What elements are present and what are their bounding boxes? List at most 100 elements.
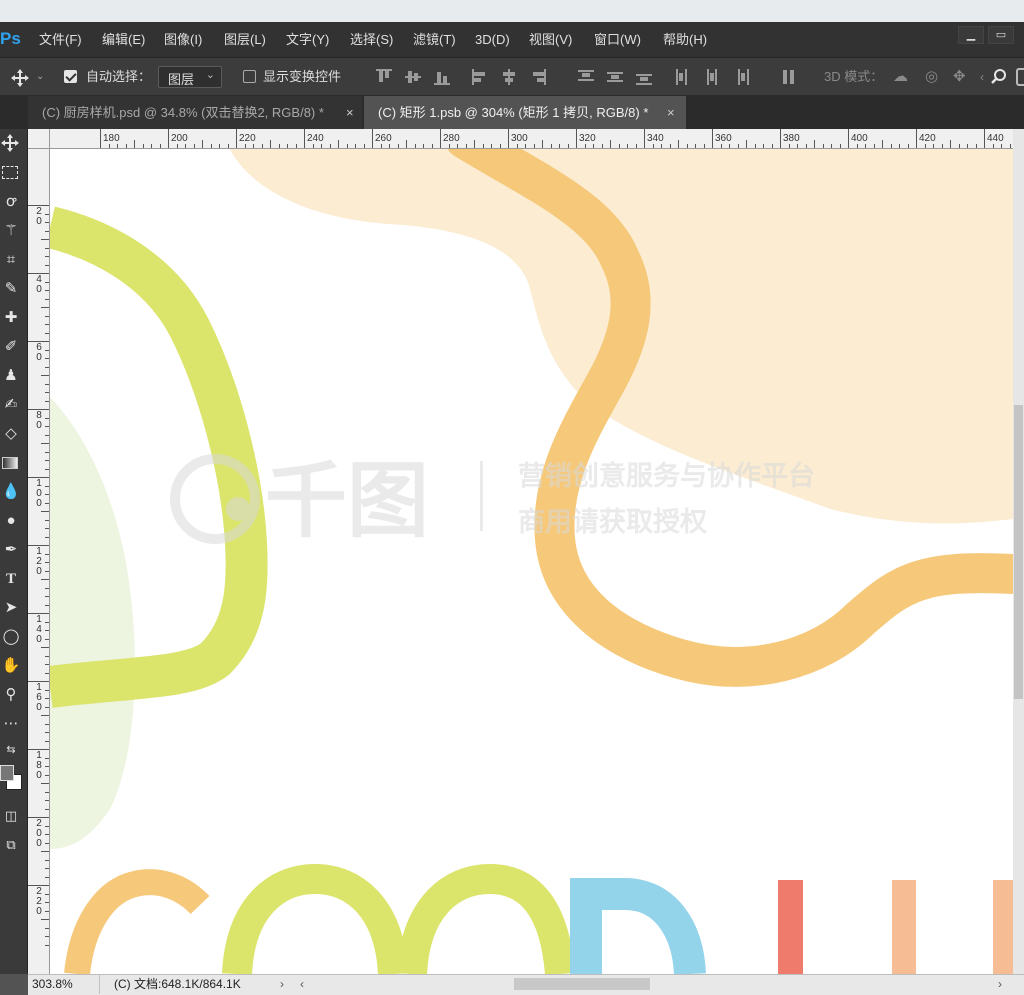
- screen-mode-icon[interactable]: ⧉: [0, 834, 22, 856]
- ruler-tick: [457, 144, 458, 148]
- menu-edit[interactable]: 编辑(E): [102, 22, 145, 58]
- search-icon[interactable]: [990, 68, 1008, 86]
- align-top-icon[interactable]: [376, 69, 392, 85]
- brush-tool-icon[interactable]: ✐: [0, 336, 22, 358]
- dodge-tool-icon[interactable]: ●: [0, 510, 22, 532]
- auto-align-icon[interactable]: [781, 69, 797, 85]
- ruler-tick: [45, 842, 49, 844]
- type-tool-icon[interactable]: T: [0, 568, 22, 590]
- document-tabs: (C) 厨房样机.psd @ 34.8% (双击替换2, RGB/8) * × …: [28, 96, 1024, 129]
- zoom-level[interactable]: 303.8%: [32, 975, 100, 994]
- align-vcenter-icon[interactable]: [405, 69, 421, 85]
- blur-tool-icon[interactable]: 💧: [0, 481, 22, 503]
- align-bottom-icon[interactable]: [434, 69, 450, 85]
- ruler-tick: [491, 144, 492, 148]
- ps-logo[interactable]: Ps: [0, 27, 21, 51]
- history-brush-tool-icon[interactable]: ✍: [0, 394, 22, 416]
- move-tool-icon[interactable]: [0, 133, 20, 153]
- vertical-ruler[interactable]: 20 40 60 80 100 120 140 160 180 200 220: [28, 149, 50, 974]
- stamp-tool-icon[interactable]: ♟: [0, 365, 22, 387]
- menu-select[interactable]: 选择(S): [350, 22, 393, 58]
- menu-filter[interactable]: 滤镜(T): [413, 22, 456, 58]
- close-icon[interactable]: ×: [346, 96, 354, 129]
- tab-kitchen-mockup[interactable]: (C) 厨房样机.psd @ 34.8% (双击替换2, RGB/8) * ×: [28, 96, 362, 129]
- align-right-icon[interactable]: [530, 69, 546, 85]
- vertical-scroll-thumb[interactable]: [1014, 405, 1023, 699]
- minimize-button[interactable]: ▁: [958, 26, 984, 44]
- zoom-tool-icon[interactable]: ⚲: [0, 684, 22, 706]
- horizontal-scroll-thumb[interactable]: [514, 978, 650, 990]
- auto-select-target-dropdown[interactable]: 图层 ⌄: [158, 66, 222, 88]
- magic-wand-tool-icon[interactable]: ⚚: [0, 220, 22, 242]
- show-transform-checkbox[interactable]: [243, 70, 256, 83]
- ruler-tick: [125, 144, 127, 148]
- letter-u1-shape: [892, 880, 916, 974]
- watermark-line2: 商用请获取授权: [518, 507, 707, 538]
- crop-tool-icon[interactable]: ⌗: [0, 249, 22, 271]
- ruler-label: 120: [36, 546, 42, 577]
- auto-select-checkbox[interactable]: [64, 70, 77, 83]
- eyedropper-tool-icon[interactable]: ✎: [0, 278, 22, 300]
- ruler-tick: [45, 774, 49, 776]
- menu-window[interactable]: 窗口(W): [594, 22, 641, 58]
- shape-tool-icon[interactable]: ◯: [0, 626, 22, 648]
- ruler-tick: [414, 144, 416, 148]
- ruler-tick: [882, 140, 883, 148]
- vertical-scrollbar[interactable]: [1013, 129, 1024, 974]
- menu-file[interactable]: 文件(F): [39, 22, 82, 58]
- path-selection-tool-icon[interactable]: ➤: [0, 597, 22, 619]
- 3d-slide-icon[interactable]: ‹: [980, 68, 984, 86]
- distribute-right-icon[interactable]: [733, 69, 749, 85]
- menu-3d[interactable]: 3D(D): [475, 22, 510, 58]
- pen-tool-icon[interactable]: ✒: [0, 539, 22, 561]
- restore-button[interactable]: ▭: [988, 26, 1014, 44]
- align-hcenter-icon[interactable]: [501, 69, 517, 85]
- menu-help[interactable]: 帮助(H): [663, 22, 707, 58]
- align-left-icon[interactable]: [472, 69, 488, 85]
- scroll-right-arrow[interactable]: ›: [998, 975, 1002, 994]
- close-icon[interactable]: ×: [667, 96, 675, 129]
- distribute-left-icon[interactable]: [675, 69, 691, 85]
- workspace-icon[interactable]: [1016, 68, 1024, 86]
- ruler-tick: [45, 664, 49, 665]
- status-menu-arrow[interactable]: ›: [280, 975, 284, 994]
- distribute-bottom-icon[interactable]: [636, 69, 652, 85]
- tool-preset-chevron-icon[interactable]: ⌄: [36, 68, 44, 86]
- ruler-tick: [661, 144, 662, 148]
- menu-image[interactable]: 图像(I): [164, 22, 202, 58]
- healing-brush-tool-icon[interactable]: ✚: [0, 307, 22, 329]
- ruler-label: 380: [783, 133, 800, 144]
- 3d-orbit-icon[interactable]: ☁: [893, 68, 908, 86]
- ruler-tick: [695, 144, 696, 148]
- tab-rectangle-psb[interactable]: (C) 矩形 1.psb @ 304% (矩形 1 拷贝, RGB/8) * ×: [364, 96, 686, 129]
- hand-tool-icon[interactable]: ✋: [0, 655, 22, 677]
- ruler-tick: [814, 140, 815, 148]
- marquee-tool-icon[interactable]: [0, 162, 22, 184]
- horizontal-ruler[interactable]: 180 200 220 240 260 280 300 320 340 360 380 400 420 4…: [50, 129, 1013, 149]
- ruler-tick: [1001, 144, 1002, 148]
- 3d-pan-icon[interactable]: ✥: [953, 68, 966, 86]
- ruler-tick: [899, 144, 900, 148]
- more-tools-icon[interactable]: ⋯: [0, 713, 22, 735]
- menu-type[interactable]: 文字(Y): [286, 22, 329, 58]
- ruler-origin[interactable]: [28, 129, 50, 149]
- gradient-tool-icon[interactable]: [0, 452, 22, 474]
- document-canvas[interactable]: 千图 营销创意服务与协作平台 商用请获取授权: [50, 149, 1013, 974]
- foreground-color-swatch[interactable]: [0, 765, 14, 781]
- chevron-down-icon: ⌄: [205, 69, 215, 81]
- menu-layer[interactable]: 图层(L): [224, 22, 266, 58]
- distribute-hcenter-icon[interactable]: [704, 69, 720, 85]
- eraser-tool-icon[interactable]: ◇: [0, 423, 22, 445]
- distribute-top-icon[interactable]: [578, 69, 594, 85]
- ruler-tick: [176, 144, 178, 148]
- distribute-vcenter-icon[interactable]: [607, 69, 623, 85]
- ruler-tick: [848, 129, 849, 148]
- swap-colors-icon[interactable]: ⇆: [0, 739, 22, 761]
- lasso-tool-icon[interactable]: ꝍ: [0, 191, 22, 213]
- ruler-tick: [703, 144, 705, 148]
- menu-view[interactable]: 视图(V): [529, 22, 572, 58]
- quick-mask-icon[interactable]: ◫: [0, 805, 22, 827]
- scroll-left-arrow[interactable]: ‹: [300, 975, 304, 994]
- move-tool-icon[interactable]: [10, 68, 30, 88]
- 3d-roll-icon[interactable]: ◎: [925, 68, 938, 86]
